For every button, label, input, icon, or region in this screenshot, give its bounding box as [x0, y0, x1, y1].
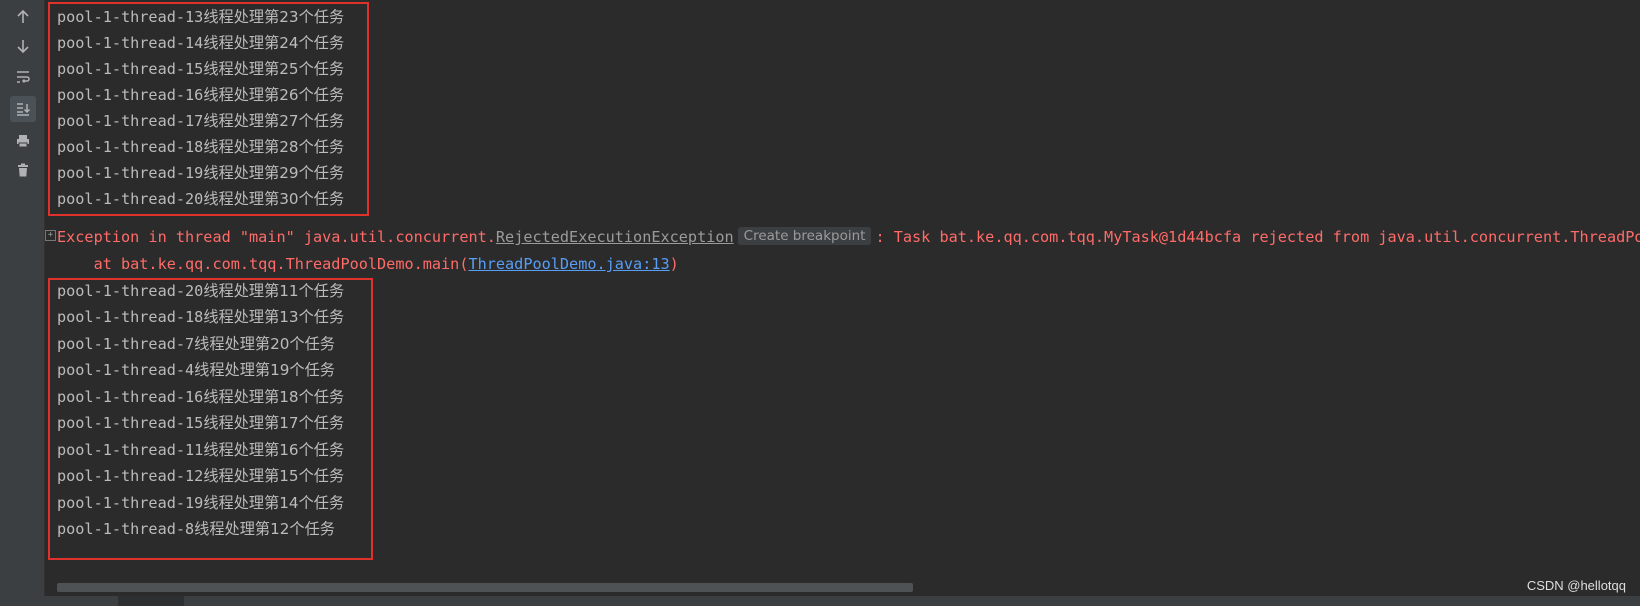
- horizontal-scrollbar[interactable]: [45, 583, 1640, 593]
- console-output[interactable]: pool-1-thread-13线程处理第23个任务 pool-1-thread…: [45, 0, 1640, 590]
- highlight-box-top: [48, 2, 369, 216]
- trash-icon[interactable]: [10, 157, 36, 183]
- horizontal-scrollbar-thumb[interactable]: [57, 583, 913, 592]
- arrow-up-icon[interactable]: [10, 4, 36, 30]
- stacktrace-line: at bat.ke.qq.com.tqq.ThreadPoolDemo.main…: [57, 255, 679, 273]
- watermark: CSDN @hellotqq: [1526, 578, 1626, 593]
- fold-expand-icon[interactable]: +: [45, 230, 56, 241]
- highlight-box-bottom: [48, 278, 373, 560]
- scroll-to-end-icon[interactable]: [10, 96, 36, 122]
- run-console-window: pool-1-thread-13线程处理第23个任务 pool-1-thread…: [0, 0, 1640, 606]
- console-toolbar: [0, 0, 45, 606]
- bottom-tool-strip: [0, 596, 1640, 606]
- source-file-link[interactable]: ThreadPoolDemo.java:13: [468, 255, 669, 273]
- soft-wrap-icon[interactable]: [10, 64, 36, 90]
- exception-line: Exception in thread "main" java.util.con…: [57, 227, 1640, 246]
- bottom-tool-tab[interactable]: [118, 596, 184, 606]
- create-breakpoint-button[interactable]: Create breakpoint: [737, 227, 872, 245]
- exception-class-link[interactable]: RejectedExecutionException: [496, 228, 734, 246]
- arrow-down-icon[interactable]: [10, 33, 36, 59]
- print-icon[interactable]: [10, 128, 36, 154]
